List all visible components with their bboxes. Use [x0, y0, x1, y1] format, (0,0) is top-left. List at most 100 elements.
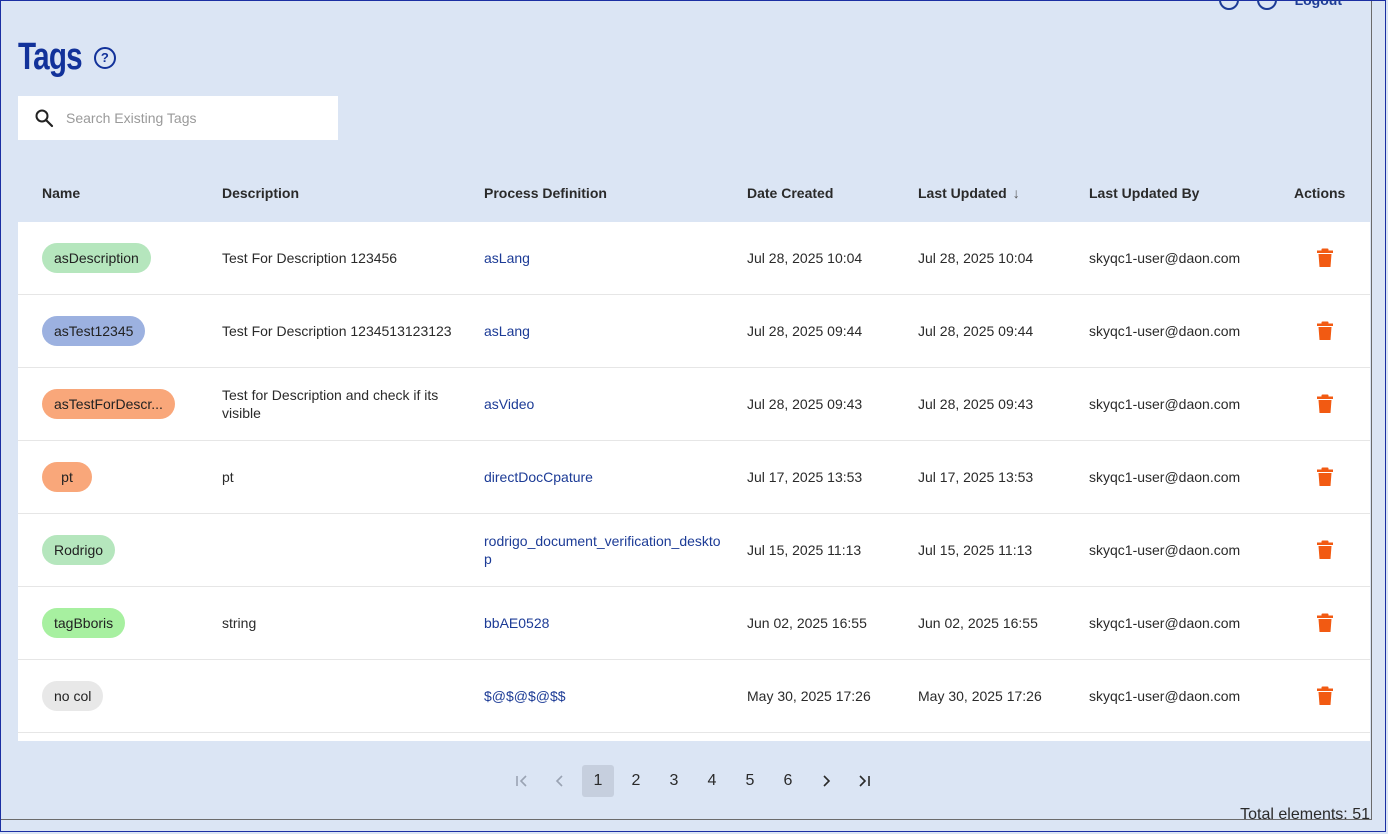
last-updated-by-cell: skyqc1-user@daon.com	[1089, 688, 1241, 704]
last-updated-cell: Jul 28, 2025 09:44	[918, 323, 1034, 339]
name-cell: no col	[42, 660, 212, 732]
last-page-button[interactable]	[848, 765, 880, 797]
last-updated-by-cell: skyqc1-user@daon.com	[1089, 323, 1241, 339]
name-cell: asTest12345	[42, 295, 212, 367]
name-cell: tagBboris	[42, 587, 212, 659]
help-icon[interactable]: ?	[93, 46, 116, 69]
column-header-name[interactable]: Name	[42, 185, 80, 201]
column-header-description[interactable]: Description	[222, 185, 299, 201]
process-definition-link[interactable]: $@$@$@$$	[484, 660, 724, 732]
search-input[interactable]	[64, 109, 318, 127]
next-page-button[interactable]	[810, 765, 842, 797]
delete-icon[interactable]	[1316, 321, 1334, 341]
table-body: asDescription Test For Description 123456…	[18, 222, 1370, 741]
description-cell: Test For Description 123456	[222, 250, 398, 266]
search-icon	[35, 109, 54, 128]
process-definition-link[interactable]: bbAE0528	[484, 587, 724, 659]
last-updated-cell: Jul 17, 2025 13:53	[918, 469, 1034, 485]
tag-chip[interactable]: Rodrigo	[42, 535, 116, 565]
description-cell: Test for Description and check if its vi…	[222, 387, 439, 421]
delete-icon[interactable]	[1316, 540, 1334, 560]
page-button-6[interactable]: 6	[772, 765, 804, 797]
column-label: Date Created	[747, 185, 834, 201]
actions-cell	[1316, 660, 1336, 732]
name-cell: pt	[42, 441, 212, 513]
first-page-button[interactable]	[506, 765, 538, 797]
actions-cell	[1316, 514, 1336, 586]
page-button-3[interactable]: 3	[658, 765, 690, 797]
date-created-cell: Jul 28, 2025 10:04	[747, 250, 863, 266]
column-label: Name	[42, 185, 81, 201]
last-updated-by-cell: skyqc1-user@daon.com	[1089, 250, 1241, 266]
page-button-1[interactable]: 1	[582, 765, 614, 797]
tag-chip[interactable]: tagBboris	[42, 608, 126, 638]
page-button-4[interactable]: 4	[696, 765, 728, 797]
column-label: Last Updated By	[1089, 185, 1200, 201]
logout-link[interactable]: Logout	[1295, 0, 1342, 8]
last-updated-cell: May 30, 2025 17:26	[918, 688, 1042, 704]
delete-icon[interactable]	[1316, 394, 1334, 414]
process-definition-link[interactable]: asLang	[484, 222, 724, 294]
delete-icon[interactable]	[1316, 613, 1334, 633]
actions-cell	[1316, 222, 1336, 294]
date-created-cell: Jun 02, 2025 16:55	[747, 615, 867, 631]
previous-page-button[interactable]	[544, 765, 576, 797]
name-cell: asTestForDescr...	[42, 368, 212, 440]
column-label: Process Definition	[484, 185, 607, 201]
table-header: Name Description Process Definition Date…	[18, 166, 1370, 220]
page-button-2[interactable]: 2	[620, 765, 652, 797]
column-header-date-created[interactable]: Date Created	[747, 185, 833, 201]
table-row[interactable]: asTest12345 Test For Description 12345131…	[18, 295, 1370, 368]
tag-chip[interactable]: asTestForDescr...	[42, 389, 175, 419]
sort-descending-icon[interactable]: ↓	[1013, 185, 1020, 201]
column-header-process-definition[interactable]: Process Definition	[484, 185, 607, 201]
actions-cell	[1316, 441, 1336, 513]
process-definition-link[interactable]: rodrigo_document_verification_desktop	[484, 514, 724, 586]
process-definition-link[interactable]: asVideo	[484, 368, 724, 440]
table-row[interactable]: asTestForDescr... Test for Description an…	[18, 368, 1370, 441]
notifications-icon[interactable]	[1218, 0, 1239, 10]
table-row[interactable]: no col $@$@$@$$ May 30, 2025 17:26 May 30, …	[18, 660, 1370, 733]
page-title: Tags	[18, 36, 83, 78]
search-box	[18, 96, 338, 140]
last-updated-by-cell: skyqc1-user@daon.com	[1089, 469, 1241, 485]
page-header: Tags ?	[18, 36, 116, 79]
last-updated-cell: Jul 15, 2025 11:13	[918, 542, 1033, 558]
description-cell	[222, 514, 462, 586]
delete-icon[interactable]	[1316, 467, 1334, 487]
delete-icon[interactable]	[1316, 248, 1334, 268]
actions-cell	[1316, 587, 1336, 659]
pagination: 123456	[506, 765, 880, 797]
column-header-actions: Actions	[1294, 185, 1345, 201]
date-created-cell: Jul 28, 2025 09:44	[747, 323, 863, 339]
last-updated-by-cell: skyqc1-user@daon.com	[1089, 396, 1241, 412]
tag-chip[interactable]: no col	[42, 681, 104, 711]
table-row[interactable]: Rodrigo rodrigo_document_verification_des…	[18, 514, 1370, 587]
table-row[interactable]: asDescription Test For Description 123456…	[18, 222, 1370, 295]
date-created-cell: Jul 28, 2025 09:43	[747, 396, 863, 412]
date-created-cell: May 30, 2025 17:26	[747, 688, 871, 704]
description-cell: pt	[222, 469, 234, 485]
column-label: Last Updated	[918, 185, 1007, 201]
total-elements: Total elements: 51	[1240, 806, 1370, 823]
description-cell: string	[222, 615, 257, 631]
process-definition-link[interactable]: asLang	[484, 295, 724, 367]
table-row[interactable]: tagBboris string bbAE0528 Jun 02, 2025 16:5…	[18, 587, 1370, 660]
last-updated-cell: Jul 28, 2025 10:04	[918, 250, 1034, 266]
top-bar: Logout	[1218, 0, 1342, 10]
user-icon[interactable]	[1256, 0, 1277, 10]
column-label: Actions	[1294, 185, 1346, 201]
description-cell	[222, 660, 462, 732]
last-updated-cell: Jul 28, 2025 09:43	[918, 396, 1034, 412]
tag-chip[interactable]: asTest12345	[42, 316, 146, 346]
delete-icon[interactable]	[1316, 686, 1334, 706]
column-header-last-updated-by[interactable]: Last Updated By	[1089, 185, 1199, 201]
process-definition-link[interactable]: directDocCpature	[484, 441, 724, 513]
page-button-5[interactable]: 5	[734, 765, 766, 797]
column-header-last-updated[interactable]: Last Updated ↓	[918, 185, 1020, 201]
description-cell: Test For Description 1234513123123	[222, 323, 452, 339]
tag-chip[interactable]: asDescription	[42, 243, 151, 273]
table-row[interactable]: pt pt directDocCpature Jul 17, 2025 13:53 Ju…	[18, 441, 1370, 514]
last-updated-cell: Jun 02, 2025 16:55	[918, 615, 1038, 631]
tag-chip[interactable]: pt	[42, 462, 92, 492]
